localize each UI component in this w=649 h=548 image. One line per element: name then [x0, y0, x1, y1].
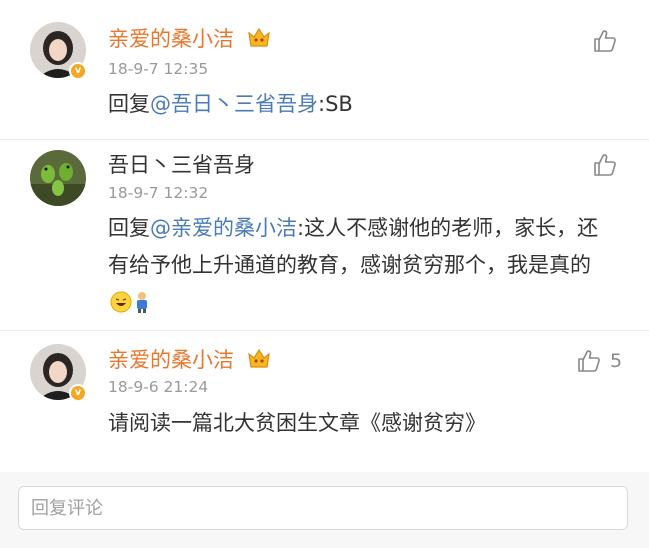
comment-item: 吾日丶三省吾身 18-9-7 12:32 回复@亲爱的桑小洁:这人不感谢他的老师… [0, 140, 649, 331]
comment-body: :SB [318, 92, 353, 116]
vip-crown-icon [247, 27, 271, 55]
comment-text: 回复@亲爱的桑小洁:这人不感谢他的老师，家长，还有给予他上升通道的教育，感谢贫穷… [108, 210, 613, 325]
mention-link[interactable]: @亲爱的桑小洁 [150, 216, 297, 240]
thumbs-up-icon [594, 154, 616, 176]
comment-body: 请阅读一篇北大贫困生文章《感谢贫穷》 [108, 411, 486, 435]
author-name[interactable]: 吾日丶三省吾身 [108, 153, 255, 177]
figure-emoji-icon [134, 288, 150, 325]
reply-prefix: 回复 [108, 216, 150, 240]
grin-emoji-icon [110, 288, 132, 325]
reply-bar [0, 472, 649, 548]
like-button[interactable]: 5 [576, 348, 622, 374]
comment-item: v 亲爱的桑小洁 18-9-7 12:35 回复@吾日丶三省吾身:SB [0, 0, 649, 140]
thumbs-up-icon [594, 30, 616, 52]
verified-badge-icon: v [69, 384, 87, 402]
comment-text: 请阅读一篇北大贫困生文章《感谢贫穷》 [108, 405, 613, 442]
mention-link[interactable]: @吾日丶三省吾身 [150, 92, 318, 116]
like-count: 5 [610, 350, 623, 372]
comment-time: 18-9-6 21:24 [108, 378, 209, 396]
like-button[interactable] [592, 152, 618, 178]
vip-crown-icon [247, 348, 271, 376]
comment-item: v 亲爱的桑小洁 18-9-6 21:24 请阅读一篇北大贫困生文章《感谢贫穷》… [0, 331, 649, 472]
comment-time: 18-9-7 12:32 [108, 184, 209, 202]
like-button[interactable] [592, 28, 618, 54]
avatar[interactable] [30, 150, 86, 206]
thumbs-up-icon [578, 350, 600, 372]
reply-input[interactable] [18, 486, 628, 530]
verified-badge-icon: v [69, 62, 87, 80]
comment-text: 回复@吾日丶三省吾身:SB [108, 86, 613, 123]
author-name[interactable]: 亲爱的桑小洁 [108, 348, 234, 372]
author-name[interactable]: 亲爱的桑小洁 [108, 27, 234, 51]
reply-prefix: 回复 [108, 92, 150, 116]
comment-time: 18-9-7 12:35 [108, 60, 209, 78]
